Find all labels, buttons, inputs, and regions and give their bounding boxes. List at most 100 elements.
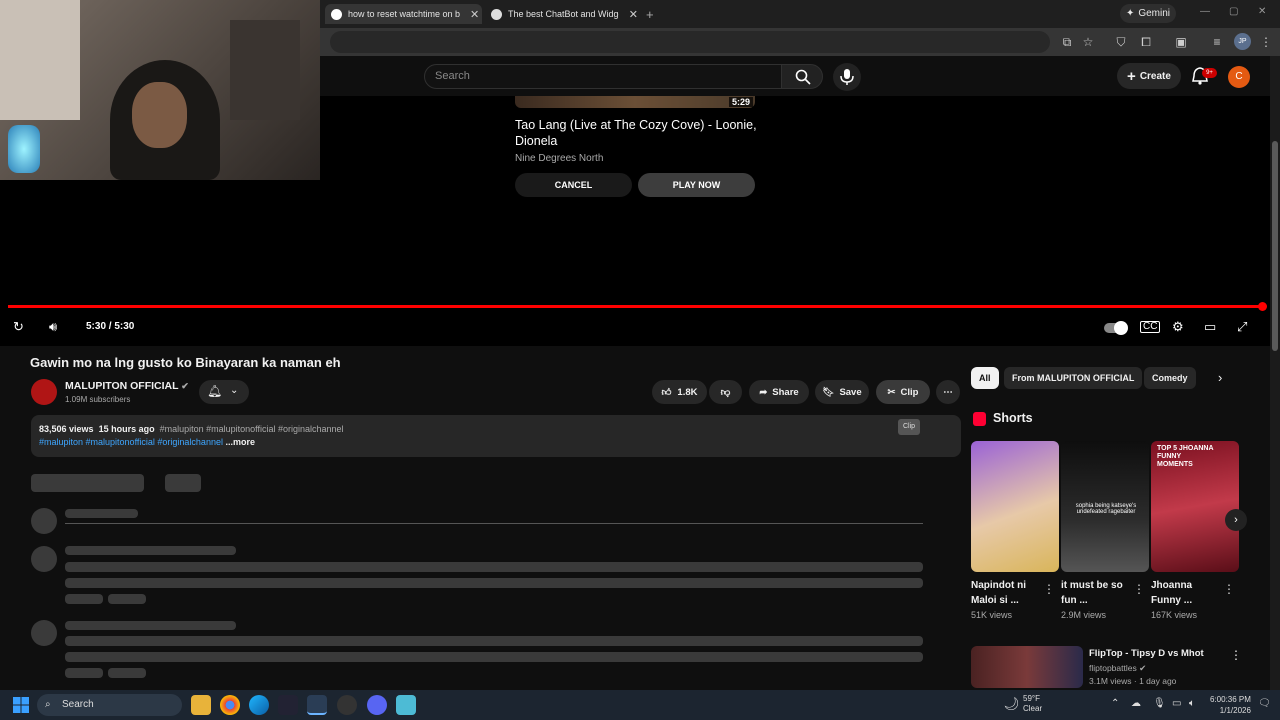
- short-menu-icon[interactable]: ⋮: [1223, 582, 1235, 596]
- tab-search-icon[interactable]: ▣: [1174, 35, 1188, 49]
- save-button[interactable]: 🔖︎ Save: [815, 380, 869, 404]
- cast-icon[interactable]: ⧉: [1060, 35, 1074, 49]
- close-tab-icon[interactable]: ✕: [629, 8, 638, 21]
- chip-comedy[interactable]: Comedy: [1144, 367, 1196, 389]
- profile-avatar[interactable]: JP: [1234, 33, 1251, 50]
- notification-center-icon[interactable]: 🗨︎: [1258, 698, 1271, 709]
- like-button[interactable]: 👍︎ 1.8K: [652, 380, 707, 404]
- settings-gear-icon[interactable]: ⚙: [1172, 319, 1184, 335]
- autoplay-toggle[interactable]: [1104, 321, 1128, 336]
- media-icon[interactable]: ≡: [1210, 35, 1224, 49]
- short-thumbnail[interactable]: [971, 441, 1059, 572]
- shorts-next-button[interactable]: ›: [1225, 509, 1247, 531]
- steam-icon[interactable]: [278, 695, 298, 715]
- tray-app-icon[interactable]: ☁: [1131, 698, 1141, 709]
- new-tab-button[interactable]: +: [646, 4, 654, 24]
- more-link[interactable]: ...more: [225, 437, 255, 447]
- mic-tray-icon[interactable]: 🎙︎: [1153, 698, 1166, 709]
- miniplayer-icon[interactable]: ▭: [1204, 319, 1216, 335]
- up-next-title: Tao Lang (Live at The Cozy Cove) - Looni…: [515, 118, 757, 148]
- page-scrollbar[interactable]: [1270, 56, 1280, 690]
- voice-search-button[interactable]: [833, 63, 861, 91]
- create-label: Create: [1139, 70, 1171, 82]
- search-button[interactable]: [781, 64, 823, 89]
- short-title[interactable]: Napindot ni Maloi si ...: [971, 578, 1041, 608]
- taskbar-search-label: Search: [62, 699, 94, 710]
- gemini-button[interactable]: ✦ Gemini: [1120, 4, 1176, 23]
- close-window-icon[interactable]: ✕: [1258, 6, 1266, 17]
- scrollbar-thumb[interactable]: [1272, 141, 1278, 351]
- maximize-icon[interactable]: ▢: [1229, 6, 1238, 17]
- notepad-icon[interactable]: [396, 695, 416, 715]
- cancel-autoplay-button[interactable]: CANCEL: [515, 173, 632, 197]
- menu-kebab-icon[interactable]: ⋮: [1259, 35, 1273, 49]
- share-arrow-icon: ➦: [759, 386, 768, 398]
- share-button[interactable]: ➦ Share: [749, 380, 809, 404]
- dislike-button[interactable]: 👎︎: [709, 380, 742, 404]
- chip-from-channel[interactable]: From MALUPITON OFFICIAL: [1004, 367, 1143, 389]
- minimize-icon[interactable]: —: [1200, 6, 1210, 17]
- file-explorer-icon[interactable]: [191, 695, 211, 715]
- short-title[interactable]: it must be so fun ...: [1061, 578, 1131, 608]
- tab-watchtime[interactable]: how to reset watchtime on bot ✕: [325, 4, 482, 24]
- more-actions-button[interactable]: ⋯: [936, 380, 960, 404]
- taskbar-search[interactable]: ⌕ Search: [37, 694, 182, 716]
- clock-time: 6:00:36 PM: [1210, 695, 1251, 704]
- tab-title: how to reset watchtime on bot: [348, 9, 460, 19]
- share-label: Share: [772, 386, 799, 398]
- skeleton-line: [65, 546, 236, 555]
- short-menu-icon[interactable]: ⋮: [1043, 582, 1055, 596]
- extensions-icon[interactable]: ⧠: [1139, 35, 1153, 49]
- progress-bar[interactable]: [8, 305, 1263, 308]
- volume-icon[interactable]: 🔊︎: [49, 319, 57, 335]
- active-app-icon[interactable]: [307, 695, 327, 715]
- chevron-right-icon[interactable]: ›: [1218, 370, 1222, 385]
- captions-icon[interactable]: CC: [1140, 321, 1161, 333]
- skeleton-line: [65, 621, 236, 630]
- play-now-button[interactable]: PLAY NOW: [638, 173, 755, 197]
- skeleton-line: [65, 636, 923, 646]
- recommended-channel[interactable]: fliptopbattles ✔: [1089, 663, 1146, 674]
- bookmark-star-icon[interactable]: ☆: [1081, 35, 1095, 49]
- recommended-menu-icon[interactable]: ⋮: [1230, 648, 1242, 662]
- recommended-thumbnail[interactable]: [971, 646, 1083, 688]
- chip-all[interactable]: All: [971, 367, 999, 389]
- create-button[interactable]: + Create: [1117, 63, 1181, 89]
- search-input[interactable]: Search: [424, 64, 782, 89]
- discord-icon[interactable]: [367, 695, 387, 715]
- up-next-thumbnail[interactable]: [515, 96, 755, 108]
- clip-button[interactable]: ✂ Clip: [876, 380, 930, 404]
- account-avatar[interactable]: C: [1228, 66, 1250, 88]
- channel-name[interactable]: MALUPITON OFFICIAL ✔: [65, 380, 189, 392]
- address-bar[interactable]: [330, 31, 1050, 53]
- weather-widget[interactable]: 59°F Clear: [1023, 694, 1042, 714]
- edge-icon[interactable]: [249, 695, 269, 715]
- channel-avatar[interactable]: [31, 379, 57, 405]
- shield-icon[interactable]: ⛉: [1114, 35, 1128, 49]
- recommended-title[interactable]: FlipTop - Tipsy D vs Mhot: [1089, 648, 1204, 659]
- description-box[interactable]: 83,506 views 15 hours ago #malupiton #ma…: [31, 415, 961, 457]
- shorts-logo-icon: [973, 412, 986, 426]
- network-icon[interactable]: ▭: [1172, 698, 1181, 709]
- tray-expand-icon[interactable]: ⌃: [1111, 698, 1119, 709]
- short-thumbnail[interactable]: TOP 5 JHOANNA FUNNY MOMENTS: [1151, 441, 1239, 572]
- close-tab-icon[interactable]: ✕: [470, 8, 479, 21]
- system-clock[interactable]: 6:00:36 PM 1/1/2026: [1210, 694, 1251, 716]
- replay-icon[interactable]: ↻: [13, 319, 24, 335]
- hashtag-links[interactable]: #malupiton #malupitonofficial #originalc…: [39, 437, 223, 447]
- obs-icon[interactable]: [337, 695, 357, 715]
- short-title[interactable]: Jhoanna Funny ...: [1151, 578, 1221, 608]
- verified-icon: ✔: [181, 381, 189, 391]
- short-menu-icon[interactable]: ⋮: [1133, 582, 1145, 596]
- channel-name-text: MALUPITON OFFICIAL: [65, 380, 179, 392]
- time-display: 5:30 / 5:30: [86, 321, 135, 332]
- subscription-bell-button[interactable]: 🔔︎ ⌄: [199, 380, 249, 404]
- windows-start-icon[interactable]: [13, 697, 29, 713]
- tab-chatbot[interactable]: The best ChatBot and Widgets ✕: [488, 4, 638, 24]
- fullscreen-icon[interactable]: ⤢: [1237, 319, 1247, 335]
- scrubber-handle[interactable]: [1258, 302, 1267, 311]
- chrome-icon[interactable]: [220, 695, 240, 715]
- plus-icon: +: [646, 6, 654, 22]
- volume-tray-icon[interactable]: 🔈︎: [1189, 698, 1195, 709]
- short-thumbnail[interactable]: sophia being katseye's undefeated rageba…: [1061, 441, 1149, 572]
